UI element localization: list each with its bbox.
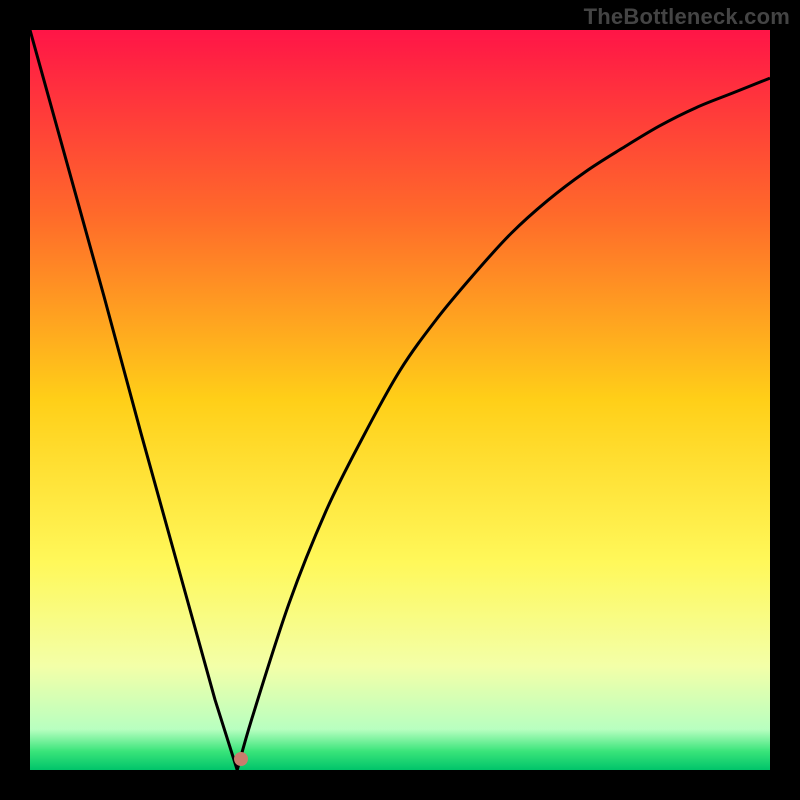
- chart-frame: TheBottleneck.com: [0, 0, 800, 800]
- site-credit: TheBottleneck.com: [584, 4, 790, 30]
- optimum-marker: [234, 752, 248, 766]
- bottleneck-curve: [30, 30, 770, 770]
- plot-area: [30, 30, 770, 770]
